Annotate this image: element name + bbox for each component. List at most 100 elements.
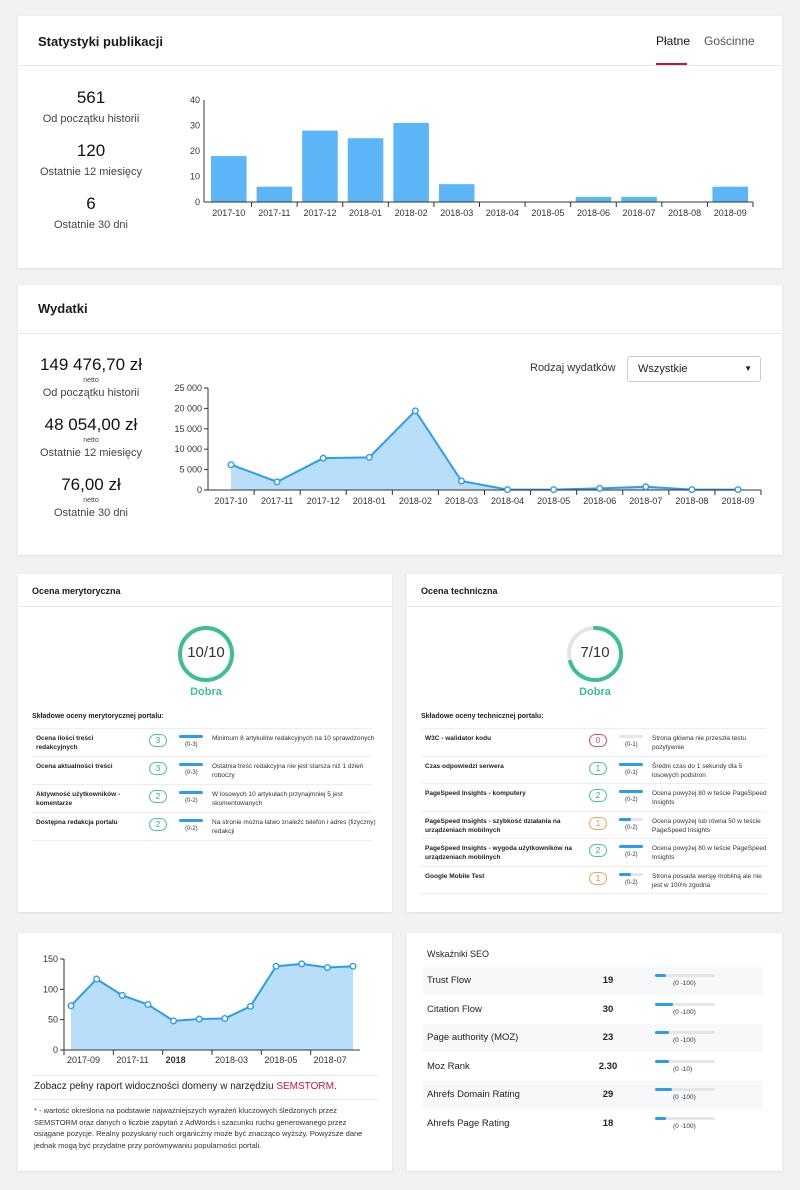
exp-stat-30d: 76,00 zł (61, 475, 121, 494)
seo-indicator-range: (0 -100) (673, 1037, 696, 1044)
y-tick-label: 0 (195, 197, 200, 207)
component-score-bar-fill (179, 735, 203, 738)
seo-row: Citation Flow 30 (0 -100) (423, 996, 763, 1024)
bar (302, 130, 338, 202)
area-fill (231, 410, 738, 490)
row-divider (421, 893, 766, 894)
exp-stat-12m: 48 054,00 zł (44, 415, 138, 434)
divider (407, 606, 782, 607)
component-score-bar (179, 819, 203, 822)
component-score-bar (619, 845, 643, 848)
x-tick-label: 2018-04 (486, 208, 519, 218)
bar (712, 186, 748, 202)
row-divider (32, 756, 372, 757)
row-divider (421, 865, 766, 867)
component-name: Czas odpowiedzi serwera (425, 762, 504, 770)
bar (256, 186, 293, 202)
component-score-range: (0-2) (625, 824, 638, 831)
component-score-bar (179, 763, 203, 766)
data-point (195, 1015, 203, 1023)
x-tick-label: 2018-03 (440, 208, 473, 218)
bar (575, 196, 612, 202)
seo-indicator-name: Moz Rank (427, 1060, 470, 1072)
seo-indicator-bar-fill (655, 974, 667, 977)
y-tick-label: 150 (43, 954, 58, 964)
seo-indicator-value: 18 (602, 1117, 614, 1129)
tab-paid[interactable]: Płatne (656, 34, 690, 48)
data-point (272, 962, 280, 970)
y-tick-label: 0 (197, 485, 202, 495)
x-tick-label: 2018-01 (349, 208, 382, 218)
seo-indicator-name: Trust Flow (427, 975, 471, 986)
y-tick-label: 50 (48, 1015, 58, 1025)
component-description: Na stronie można łatwo znaleźć telefon i… (212, 819, 376, 835)
component-score-range: (0-1) (625, 742, 638, 748)
data-point (457, 477, 465, 485)
component-score-bar-fill (179, 763, 203, 766)
row-divider (32, 784, 372, 785)
seo-indicator-bar (655, 1031, 715, 1034)
component-score-bar (619, 817, 643, 821)
area-fill (71, 963, 353, 1050)
divider (18, 333, 782, 334)
component-score-badge: 3 (149, 734, 167, 747)
seo-indicator-range: (0 -100) (673, 1094, 696, 1101)
seo-indicator-name: Citation Flow (427, 1003, 482, 1015)
exp-stat-total: 149 476,70 zł (39, 355, 143, 374)
component-score-bar (619, 762, 643, 766)
seo-indicator-value: 29 (602, 1089, 614, 1100)
data-point (93, 975, 101, 983)
component-score-range: (0-2) (625, 879, 638, 886)
component-score-range: (0-2) (625, 852, 638, 858)
expenses-card: Wydatki 149 476,70 zł netto Od początku … (18, 285, 782, 555)
x-tick-label: 2018-07 (623, 208, 656, 218)
x-tick-label: 2018-09 (721, 496, 754, 506)
data-point (550, 486, 558, 494)
component-score-range: (0-3) (185, 742, 198, 748)
seo-indicator-bar (655, 1116, 715, 1120)
component-score-bar (619, 872, 643, 876)
data-point (273, 478, 281, 486)
component-score-badge: 3 (149, 762, 167, 775)
publications-title: Statystyki publikacji (38, 34, 163, 49)
x-tick-label: 2018-05 (531, 208, 564, 218)
bar (621, 196, 657, 202)
component-score-badge: 1 (589, 871, 607, 885)
component-description: Strona główna nie przeszła testu pozytyw… (652, 735, 746, 751)
bar (347, 138, 384, 202)
component-score-range: (0-3) (185, 770, 198, 776)
x-tick-label: 2017-10 (215, 496, 248, 506)
tab-guest[interactable]: Gościnne (704, 34, 755, 48)
x-tick-label: 2018-05 (537, 496, 570, 506)
y-tick-label: 10 000 (174, 444, 202, 454)
x-tick-label: 2018 (166, 1055, 186, 1065)
technical-title: Ocena techniczna (421, 586, 498, 596)
x-tick-label: 2018-06 (583, 496, 616, 506)
data-point (227, 461, 235, 469)
seo-card: Wskaźniki SEO Trust Flow 19 (0 -100) Citati… (407, 933, 782, 1171)
data-point (67, 1002, 75, 1010)
component-score-badge: 1 (589, 761, 607, 775)
pub-stat-12m: 120 (76, 141, 106, 160)
x-tick-label: 2018-07 (314, 1055, 347, 1065)
publications-bar-chart: 0 10 20 30 40 2017-10 2017-11 2017-12 2018-01 201… (190, 95, 754, 218)
component-score-bar (619, 790, 643, 793)
component-score-range: (0-1) (625, 769, 638, 776)
component-description: Ocena powyżej 80 w teście PageSpeed Insi… (652, 790, 767, 806)
seo-indicator-bar (655, 974, 715, 977)
component-score-badge: 2 (149, 818, 167, 831)
y-tick-label: 15 000 (174, 424, 202, 434)
chevron-down-icon: ▼ (744, 364, 752, 373)
seo-row: Moz Rank 2.30 (0 -10) (423, 1053, 763, 1081)
x-tick-label: 2017-10 (212, 208, 245, 218)
publications-card: Statystyki publikacji Płatne Gościnne 56… (18, 16, 782, 268)
divider (18, 65, 782, 66)
seo-indicator-bar-fill (655, 1059, 669, 1063)
component-score-bar-fill (179, 819, 203, 822)
expense-type-select[interactable]: Wszystkie ▼ (627, 356, 761, 382)
data-point (298, 960, 306, 968)
x-tick-label: 2017-11 (116, 1055, 148, 1065)
row-divider (421, 810, 766, 812)
x-tick-label: 2018-01 (353, 496, 386, 506)
semstorm-link[interactable]: SEMSTORM (276, 1081, 334, 1092)
